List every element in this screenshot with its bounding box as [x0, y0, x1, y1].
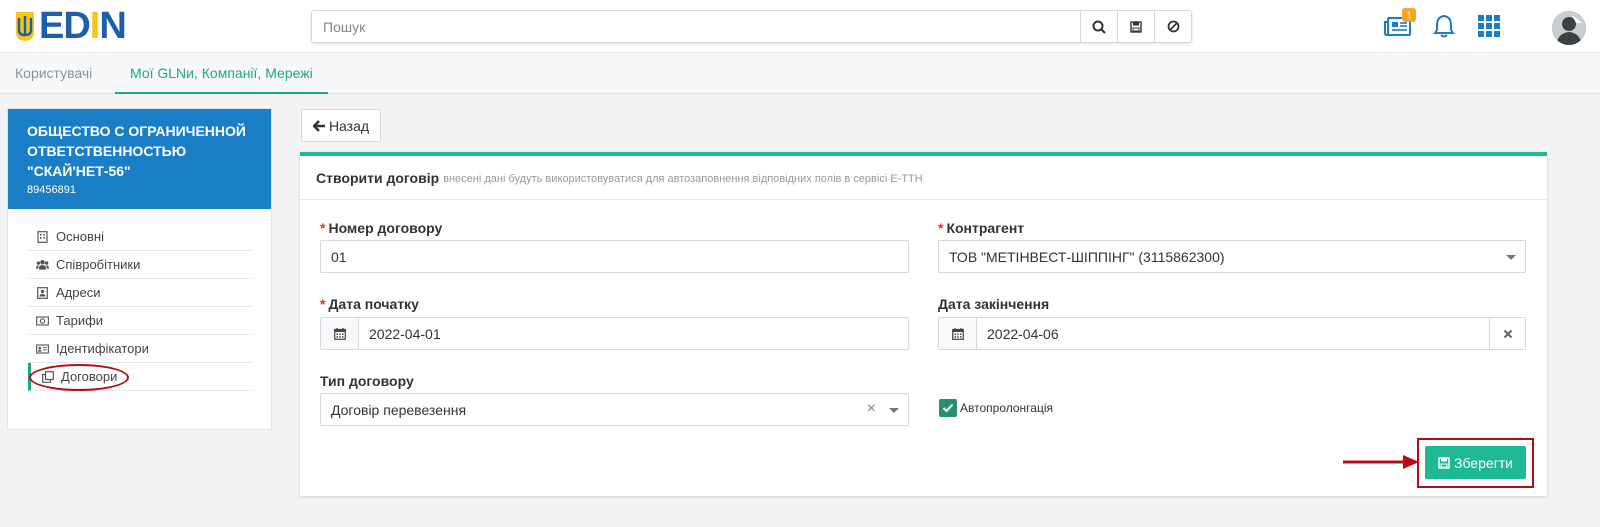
contract-number-label: * Номер договору	[320, 220, 443, 236]
sidebar-item-label: Тарифи	[56, 313, 104, 328]
id-card-icon	[36, 342, 49, 355]
sidebar-item-addresses[interactable]: Адреси	[28, 279, 252, 307]
card-title: Створити договір	[316, 169, 440, 186]
card-header: Створити договір внесені дані будуть вик…	[300, 156, 1547, 200]
company-header: ОБЩЕСТВО С ОГРАНИЧЕННОЙ ОТВЕТСТВЕННОСТЬЮ…	[8, 109, 271, 209]
top-header: EDIN 1	[0, 0, 1600, 53]
apps-menu-button[interactable]	[1471, 8, 1507, 44]
users-icon	[36, 258, 49, 271]
apps-grid-icon	[1478, 15, 1500, 37]
start-date-value: 2022-04-01	[369, 325, 441, 342]
contract-type-value: Договір перевезення	[331, 401, 467, 418]
clear-selection-icon[interactable]: ×	[867, 400, 876, 418]
start-date-label: * Дата початку	[320, 296, 419, 312]
card-subtitle: внесені дані будуть використовуватися дл…	[443, 172, 923, 185]
building-icon	[36, 230, 49, 243]
contract-type-select[interactable]: Договір перевезення ×	[320, 393, 909, 426]
annotation-arrow-icon	[1343, 455, 1419, 469]
tab-my-glns[interactable]: Мої GLNи, Компанії, Мережі	[115, 53, 328, 94]
start-date-input[interactable]: 2022-04-01	[320, 317, 909, 350]
counterparty-value: ТОВ "МЕТІНВЕСТ-ШІППІНГ" (3115862300)	[949, 248, 1225, 265]
contract-number-input[interactable]: 01	[320, 240, 909, 273]
clear-date-button[interactable]	[1489, 318, 1525, 349]
trident-icon	[16, 12, 34, 41]
company-name: ОБЩЕСТВО С ОГРАНИЧЕННОЙ ОТВЕТСТВЕННОСТЬЮ…	[27, 123, 246, 179]
money-icon	[36, 314, 49, 327]
save-icon	[1438, 456, 1450, 469]
copy-icon	[41, 370, 54, 383]
search-icon	[1092, 20, 1106, 34]
save-label: Зберегти	[1453, 454, 1513, 471]
ban-icon	[1167, 20, 1179, 33]
sidebar-item-contracts[interactable]: Договори	[28, 363, 252, 391]
address-icon	[36, 286, 49, 299]
save-button[interactable]: Зберегти	[1425, 446, 1526, 479]
check-icon	[942, 403, 954, 413]
sidebar-item-label: Договори	[61, 369, 118, 384]
tab-bar: Користувачі Мої GLNи, Компанії, Мережі	[0, 53, 1600, 94]
save-search-button[interactable]	[1117, 11, 1154, 42]
sidebar-menu: Основні Співробітники Адреси Тарифи Іден…	[28, 223, 252, 391]
close-icon	[1503, 329, 1512, 338]
contract-number-value: 01	[331, 248, 347, 265]
user-avatar[interactable]	[1552, 11, 1586, 45]
notification-badge: 1	[1402, 8, 1416, 22]
search-input[interactable]	[312, 11, 1080, 42]
back-button[interactable]: Назад	[301, 109, 381, 142]
arrow-left-icon	[312, 119, 325, 132]
sidebar-item-employees[interactable]: Співробітники	[28, 251, 252, 279]
news-button[interactable]: 1	[1380, 8, 1416, 44]
sidebar-item-tariffs[interactable]: Тарифи	[28, 307, 252, 335]
contract-type-label: Тип договору	[320, 373, 414, 389]
sidebar-item-identifiers[interactable]: Ідентифікатори	[28, 335, 252, 363]
sidebar-item-label: Основні	[56, 229, 104, 244]
sidebar-item-label: Ідентифікатори	[56, 341, 149, 356]
auto-prolongation-checkbox[interactable]	[939, 399, 957, 417]
back-label: Назад	[328, 117, 370, 134]
sidebar-item-basics[interactable]: Основні	[28, 223, 252, 251]
calendar-icon[interactable]	[321, 318, 359, 349]
create-contract-card: Створити договір внесені дані будуть вик…	[300, 152, 1547, 496]
search-bar	[311, 10, 1192, 43]
avatar-icon	[1552, 11, 1586, 45]
counterparty-select[interactable]: ТОВ "МЕТІНВЕСТ-ШІППІНГ" (3115862300)	[938, 240, 1526, 273]
reset-search-button[interactable]	[1154, 11, 1191, 42]
calendar-icon[interactable]	[939, 318, 977, 349]
notifications-button[interactable]	[1426, 8, 1462, 44]
bell-icon	[1433, 14, 1455, 38]
company-gln: 89456891	[27, 184, 76, 196]
tab-users[interactable]: Користувачі	[0, 53, 107, 94]
sidebar-item-label: Адреси	[56, 285, 101, 300]
sidebar-item-label: Співробітники	[56, 257, 141, 272]
chevron-down-icon	[889, 408, 899, 413]
counterparty-label: * Контрагент	[938, 220, 1025, 236]
edin-logo[interactable]: EDIN	[14, 5, 127, 47]
end-date-value: 2022-04-06	[987, 325, 1059, 342]
chevron-down-icon	[1506, 255, 1516, 260]
company-sidebar: ОБЩЕСТВО С ОГРАНИЧЕННОЙ ОТВЕТСТВЕННОСТЬЮ…	[7, 108, 272, 430]
search-button[interactable]	[1080, 11, 1117, 42]
auto-prolongation-label[interactable]: Автопролонгація	[960, 401, 1053, 415]
save-icon	[1130, 20, 1142, 33]
end-date-input[interactable]: 2022-04-06	[938, 317, 1526, 350]
end-date-label: Дата закінчення	[938, 296, 1050, 312]
logo-text: EDIN	[39, 5, 127, 47]
